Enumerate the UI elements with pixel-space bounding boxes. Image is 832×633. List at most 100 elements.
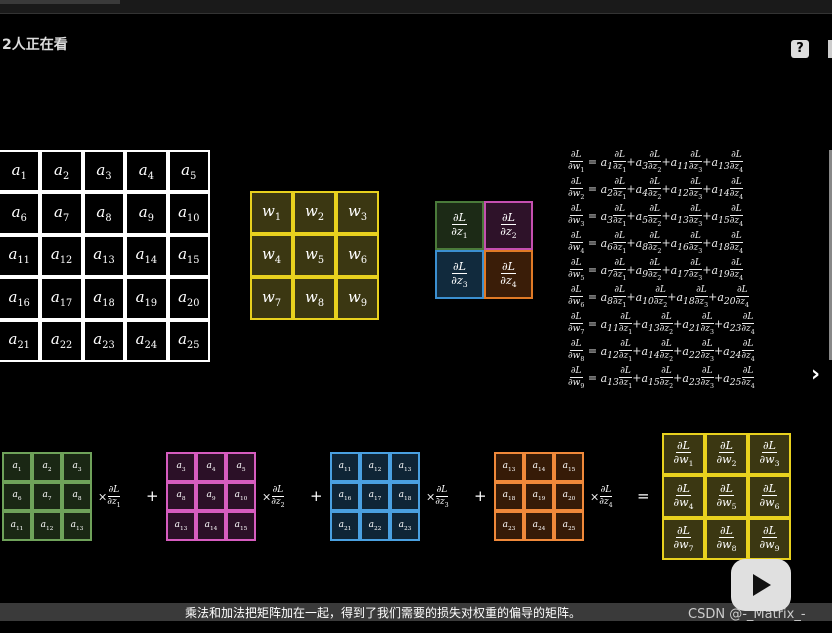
patch-cell: a4 <box>196 452 226 482</box>
result-cell: ∂L ∂w9 <box>748 517 791 560</box>
symbol: a19 <box>135 287 158 309</box>
symbol: a5 <box>181 160 197 182</box>
plus-operator: + <box>310 487 323 505</box>
partial-derivative: ∂L ∂w9 <box>568 366 585 390</box>
symbol: a15 <box>234 519 248 532</box>
partial-derivative: ∂L ∂z4 <box>599 485 613 509</box>
matrix-cell: a13 <box>82 234 126 278</box>
partial-derivative: ∂L ∂z2 <box>648 258 662 282</box>
partial-derivative: ∂L ∂z3 <box>688 177 703 201</box>
symbol: a22 <box>368 519 382 532</box>
result-cell: ∂L ∂w1 <box>662 433 705 476</box>
partial-derivative: ∂L ∂z1 <box>618 339 633 363</box>
partial-derivative: ∂L ∂z1 <box>618 312 633 336</box>
symbol: a3 <box>176 460 186 473</box>
symbol: a7 <box>54 203 70 225</box>
matrix-cell: a24 <box>125 319 168 362</box>
matrix-cell: a12 <box>40 234 83 278</box>
next-chevron-icon[interactable]: › <box>811 362 820 387</box>
matrix-cell: a25 <box>167 319 210 362</box>
partial-derivative: ∂L ∂w4 <box>673 481 694 511</box>
partial-derivative: ∂L ∂w3 <box>568 204 585 228</box>
partial-derivative: ∂L ∂z2 <box>659 339 674 363</box>
patch-cell: a23 <box>494 511 524 541</box>
symbol: a3 <box>96 160 112 182</box>
matrix-cell: a2 <box>40 150 83 193</box>
symbol: a13 <box>70 519 84 532</box>
symbol: a18 <box>93 287 115 309</box>
symbol: a13 <box>641 317 660 334</box>
partial-derivative: ∂L ∂z1 <box>107 485 121 509</box>
partial-derivative: ∂L ∂z4 <box>741 339 755 363</box>
symbol: a11 <box>600 317 619 334</box>
symbol: a3 <box>600 209 613 226</box>
side-panel-handle[interactable] <box>828 40 832 58</box>
partial-derivative: ∂L ∂z3 <box>688 231 703 255</box>
symbol: a14 <box>135 245 158 267</box>
partial-derivative: ∂L ∂z3 <box>688 258 703 282</box>
matrix-cell: w2 <box>293 191 336 234</box>
partial-derivative: ∂L ∂z3 <box>700 312 714 336</box>
symbol: a4 <box>138 160 154 182</box>
partial-derivative: ∂L ∂w1 <box>568 150 585 174</box>
symbol: a2 <box>54 160 70 182</box>
partial-derivative: ∂L ∂z3 <box>700 339 714 363</box>
partial-derivative: ∂L ∂z3 <box>435 485 449 509</box>
partial-derivative: ∂L ∂w8 <box>716 523 737 553</box>
symbol: a24 <box>723 344 742 361</box>
patch-cell: a16 <box>330 481 360 511</box>
partial-derivative: ∂L ∂z4 <box>741 312 755 336</box>
patch-cell: a23 <box>390 511 420 541</box>
partial-derivative: ∂L ∂w9 <box>759 523 780 553</box>
symbol: a23 <box>723 317 742 334</box>
partial-derivative: ∂L ∂w3 <box>759 439 780 469</box>
patch-cell: a18 <box>390 481 420 511</box>
result-cell: ∂L ∂w6 <box>748 475 791 518</box>
equation-row: ∂L ∂w4 = a6 ∂L ∂z1 +a8 ∂L ∂z2 +a16 ∂L ∂z3 +a18 ∂L ∂z… <box>568 231 744 255</box>
matrix-cell: w4 <box>250 234 293 277</box>
top-progress <box>0 0 120 4</box>
partial-derivative: ∂L ∂z3 <box>700 366 714 390</box>
input-patch: a1 a2 a3 a6 a7 a8 a11 a12 a13 <box>2 452 92 541</box>
partial-derivative: ∂L ∂z1 <box>612 285 627 309</box>
patch-cell: a3 <box>166 452 196 482</box>
partial-derivative: ∂L ∂z2 <box>500 210 517 240</box>
partial-derivative: ∂L ∂z1 <box>612 258 627 282</box>
symbol: a13 <box>600 371 619 388</box>
matrix-cell: a10 <box>167 192 210 235</box>
symbol: a23 <box>93 330 115 352</box>
result-cell: ∂L ∂w3 <box>748 433 791 476</box>
input-patch: a3 a4 a5 a8 a9 a10 a13 a14 a15 <box>166 452 256 541</box>
symbol: a12 <box>670 182 689 199</box>
partial-derivative: ∂L ∂z2 <box>648 231 662 255</box>
patch-cell: a13 <box>62 511 92 541</box>
symbol: a25 <box>562 519 576 532</box>
symbol: w6 <box>347 245 368 266</box>
symbol: a21 <box>338 519 352 532</box>
symbol: a25 <box>723 371 742 388</box>
equals-operator: = <box>637 487 650 505</box>
play-button[interactable] <box>731 559 791 611</box>
matrix-cell: w3 <box>336 191 379 234</box>
help-icon[interactable]: ? <box>791 40 809 58</box>
partial-derivative: ∂L ∂w7 <box>673 523 694 553</box>
weight-matrix-w: w1 w2 w3 w4 w5 w6 w7 w8 w9 <box>250 191 379 320</box>
patch-cell: a1 <box>2 452 32 482</box>
patch-cell: a7 <box>32 481 62 511</box>
patch-cell: a13 <box>166 511 196 541</box>
symbol: a14 <box>711 182 730 199</box>
result-cell: ∂L ∂w8 <box>705 517 748 560</box>
partial-derivative: ∂L ∂w8 <box>568 339 585 363</box>
symbol: w5 <box>304 245 325 266</box>
patch-cell: a13 <box>494 452 524 482</box>
symbol: a12 <box>50 245 73 267</box>
symbol: a11 <box>338 460 352 473</box>
symbol: a17 <box>368 490 382 503</box>
subtitle-text: 乘法和加法把矩阵加在一起，得到了我们需要的损失对权重的偏导的矩阵。 <box>185 606 582 620</box>
partial-derivative: ∂L ∂z1 <box>612 150 627 174</box>
symbol: a21 <box>682 317 701 334</box>
partial-derivative: ∂L ∂z2 <box>653 285 668 309</box>
patch-cell: a14 <box>524 452 554 482</box>
equation-row: ∂L ∂w7 = a11 ∂L ∂z1 +a13 ∂L ∂z2 +a21 ∂L ∂z3 +a23 ∂L… <box>568 312 755 336</box>
symbol: a23 <box>502 519 516 532</box>
